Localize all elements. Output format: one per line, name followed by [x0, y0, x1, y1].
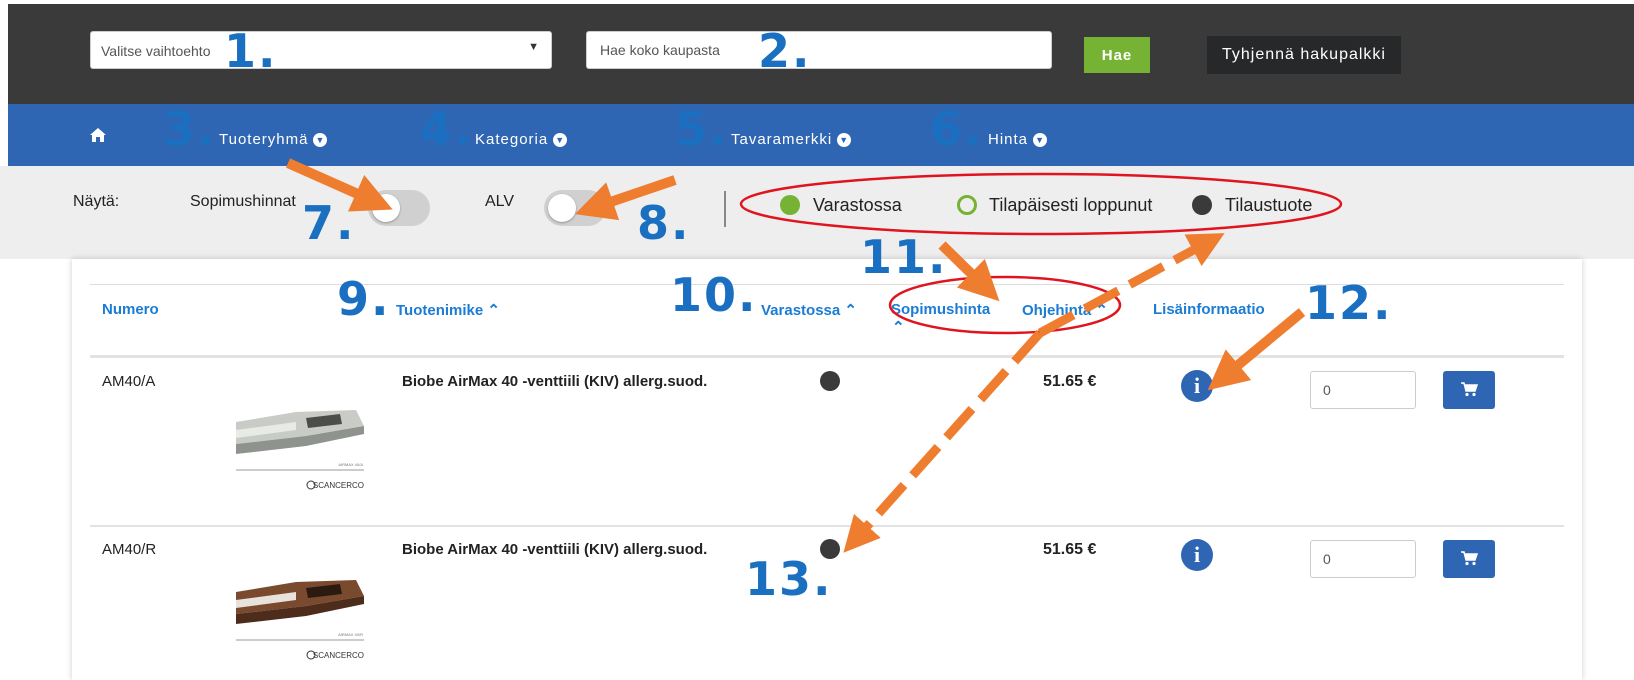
annotation-number-11: 11. [860, 230, 948, 284]
annotation-number-5: 5. [675, 102, 729, 156]
annotation-number-8: 8. [637, 196, 691, 250]
arrow-to-info-icon [1207, 308, 1306, 391]
arrow-to-stock-dot [843, 329, 1044, 553]
annotation-number-3: 3. [163, 102, 217, 156]
annotation-number-7: 7. [302, 196, 356, 250]
annotation-number-10: 10. [670, 268, 758, 322]
arrow-to-legend [1037, 233, 1225, 337]
annotation-number-13: 13. [745, 552, 833, 606]
annotation-number-12: 12. [1305, 276, 1393, 330]
annotation-number-9: 9. [337, 272, 391, 326]
legend-highlight-ellipse [739, 172, 1343, 236]
arrow-to-price-headers [938, 241, 1000, 302]
annotation-number-6: 6. [930, 102, 984, 156]
annotation-number-4: 4. [420, 102, 474, 156]
annotation-number-1: 1. [224, 24, 278, 78]
annotation-number-2: 2. [758, 24, 812, 78]
